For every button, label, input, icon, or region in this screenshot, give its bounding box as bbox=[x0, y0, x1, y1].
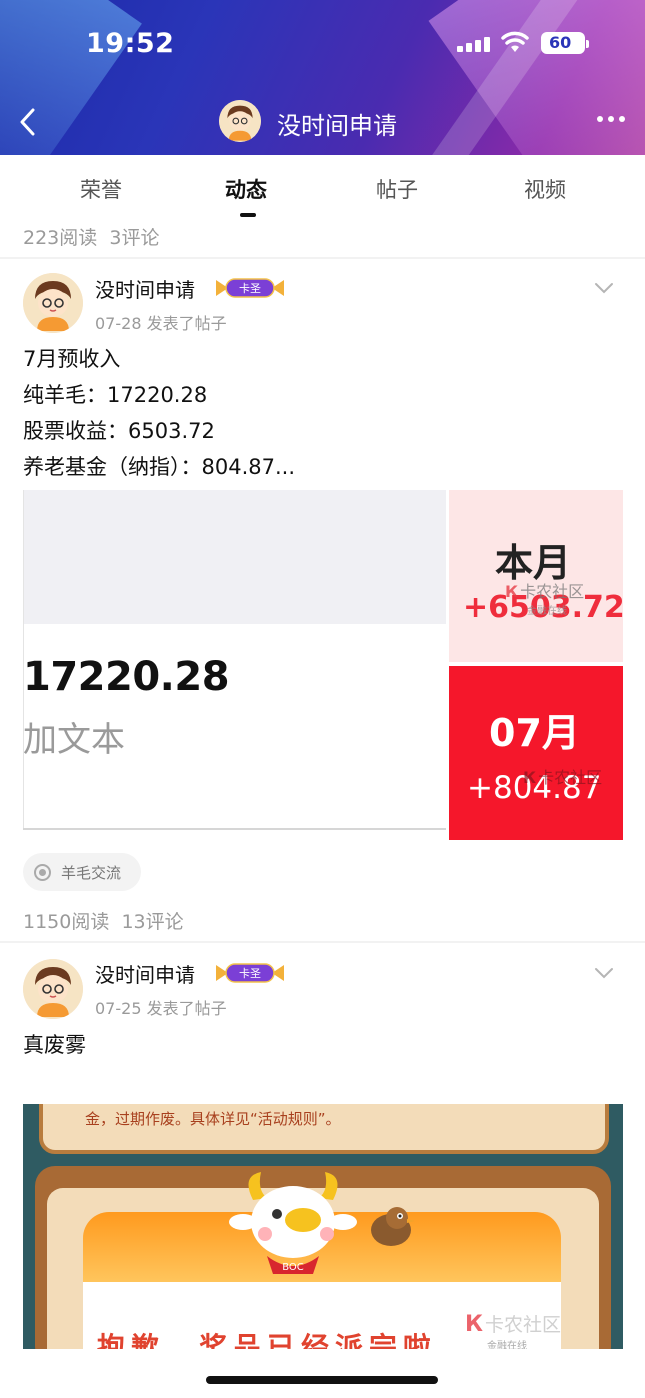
cow-label: BOC bbox=[282, 1262, 304, 1273]
status-time: 19:52 bbox=[86, 28, 175, 59]
post-stats: 1150阅读 13评论 bbox=[23, 907, 184, 934]
post-line: 真废雾 bbox=[23, 1033, 86, 1057]
comment-count[interactable]: 13评论 bbox=[121, 911, 183, 933]
post-date: 07-25 发表了帖子 bbox=[95, 999, 227, 1018]
profile-header: 19:52 60 没时间申请 bbox=[0, 0, 645, 155]
tab-indicator bbox=[240, 213, 256, 217]
post-line: 纯羊毛：17220.28 bbox=[23, 383, 208, 407]
cow-mascot-icon: BOC bbox=[229, 1172, 357, 1274]
battery-indicator: 60 bbox=[541, 32, 589, 54]
avatar[interactable] bbox=[23, 273, 83, 333]
topic-icon bbox=[34, 864, 51, 881]
read-count: 1150阅读 bbox=[23, 911, 110, 933]
image-gray-area bbox=[23, 490, 446, 624]
signal-icon bbox=[457, 36, 491, 52]
post-stats: 223阅读 3评论 bbox=[23, 223, 159, 250]
image-main-value: 17220.28 bbox=[23, 654, 230, 700]
post-line: 7月预收入 bbox=[23, 347, 121, 371]
avatar-icon bbox=[23, 959, 83, 1019]
page-title: 没时间申请 bbox=[277, 112, 397, 140]
avatar-icon bbox=[23, 273, 83, 333]
topic-tag-label: 羊毛交流 bbox=[61, 864, 122, 882]
divider bbox=[0, 257, 645, 259]
bird-mascot-icon bbox=[371, 1207, 415, 1246]
badge-text: 卡圣 bbox=[239, 967, 261, 980]
level-badge: 卡圣 bbox=[216, 278, 284, 298]
tab-posts[interactable]: 帖子 bbox=[376, 174, 418, 204]
author-name[interactable]: 没时间申请 bbox=[95, 959, 195, 988]
more-button[interactable] bbox=[597, 112, 627, 126]
post-date: 07-28 发表了帖子 bbox=[95, 314, 227, 333]
tab-activity[interactable]: 动态 bbox=[225, 174, 267, 204]
profile-tabs: 荣誉 动态 帖子 视频 bbox=[0, 160, 645, 220]
comment-count[interactable]: 3评论 bbox=[109, 227, 159, 249]
level-badge: 卡圣 bbox=[216, 963, 284, 983]
badge-text: 卡圣 bbox=[239, 282, 261, 295]
topic-tag[interactable]: 羊毛交流 bbox=[23, 853, 141, 891]
watermark: К 卡农社区 金融在线 bbox=[465, 1310, 561, 1349]
read-count: 223阅读 bbox=[23, 227, 98, 249]
month-card: 本月 +6503.72 К 卡农社区 金融在线 bbox=[449, 490, 625, 662]
watermark: К 卡农社区 bbox=[523, 768, 603, 787]
wifi-icon bbox=[501, 31, 529, 52]
chevron-down-icon[interactable] bbox=[594, 281, 614, 295]
avatar-icon bbox=[219, 100, 261, 142]
image-sub-text: 加文本 bbox=[23, 720, 125, 760]
chevron-down-icon[interactable] bbox=[594, 966, 614, 980]
avatar[interactable] bbox=[219, 100, 261, 142]
back-button[interactable] bbox=[14, 104, 44, 140]
post-line: 股票收益：6503.72 bbox=[23, 419, 215, 443]
post-image[interactable]: 17220.28 加文本 本月 +6503.72 К 卡农社区 金融在线 07月 +… bbox=[23, 490, 625, 840]
home-indicator[interactable] bbox=[206, 1376, 438, 1384]
watermark-text: 卡农社区 bbox=[538, 768, 603, 787]
image-divider bbox=[23, 828, 446, 830]
popup-text: 抱歉，奖品已经派完啦 bbox=[97, 1331, 438, 1349]
post-image[interactable]: 金，过期作废。具体详见“活动规则”。 抱歉，奖品已经派完啦 BOC К 卡农社区金… bbox=[23, 1104, 623, 1349]
divider bbox=[0, 941, 645, 943]
watermark-sub: 金融在线 bbox=[487, 1341, 527, 1349]
post-line: 养老基金（纳指）：804.87... bbox=[23, 455, 296, 479]
image-top-text: 金，过期作废。具体详见“活动规则”。 bbox=[85, 1110, 341, 1128]
watermark-text: 卡农社区 bbox=[484, 1314, 561, 1336]
tab-videos[interactable]: 视频 bbox=[524, 174, 566, 204]
july-label: 07月 bbox=[489, 711, 580, 755]
tab-honor[interactable]: 荣誉 bbox=[80, 174, 122, 204]
july-card: 07月 +804.87 К 卡农社区 bbox=[449, 666, 623, 840]
avatar[interactable] bbox=[23, 959, 83, 1019]
image-top-card: 金，过期作废。具体详见“活动规则”。 bbox=[39, 1104, 609, 1154]
watermark-text: 卡农社区 bbox=[520, 582, 585, 601]
watermark: К 卡农社区 金融在线 bbox=[505, 582, 585, 617]
watermark-sub: 金融在线 bbox=[527, 606, 567, 617]
author-name[interactable]: 没时间申请 bbox=[95, 274, 195, 303]
